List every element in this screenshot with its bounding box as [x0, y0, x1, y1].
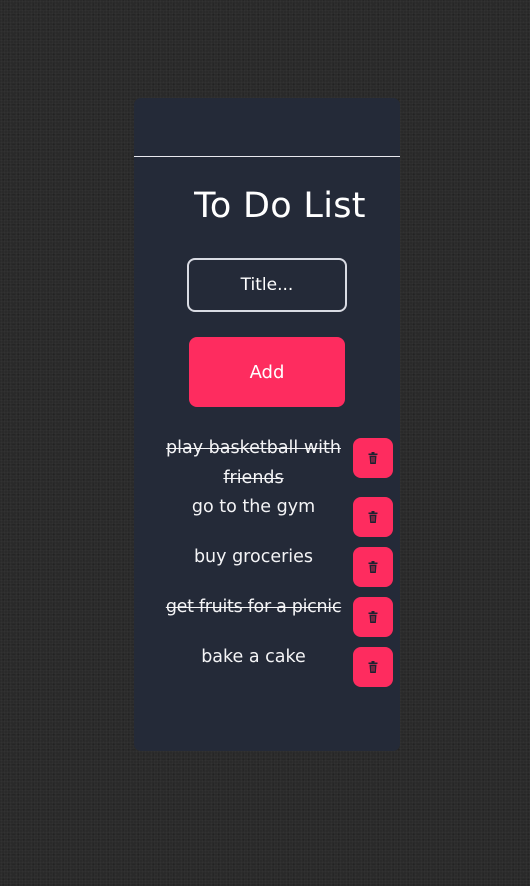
delete-button[interactable]: [353, 497, 393, 537]
delete-button[interactable]: [353, 438, 393, 478]
todo-text: buy groceries: [193, 547, 314, 567]
trash-icon: [368, 561, 378, 573]
page-title: To Do List: [194, 186, 366, 226]
todo-text: go to the gym: [191, 497, 316, 517]
trash-icon: [368, 661, 378, 673]
trash-icon: [368, 611, 378, 623]
trash-icon: [368, 452, 378, 464]
todo-text: get fruits for a picnic: [165, 597, 342, 617]
header-divider: [134, 156, 400, 157]
title-input[interactable]: [187, 258, 347, 312]
todo-text: bake a cake: [201, 647, 306, 667]
delete-button[interactable]: [353, 647, 393, 687]
delete-button[interactable]: [353, 597, 393, 637]
add-button[interactable]: Add: [189, 337, 345, 407]
todo-card: To Do List Add play basketball with frie…: [134, 98, 400, 751]
trash-icon: [368, 511, 378, 523]
delete-button[interactable]: [353, 547, 393, 587]
todo-text: play basketball with friends: [166, 438, 341, 488]
